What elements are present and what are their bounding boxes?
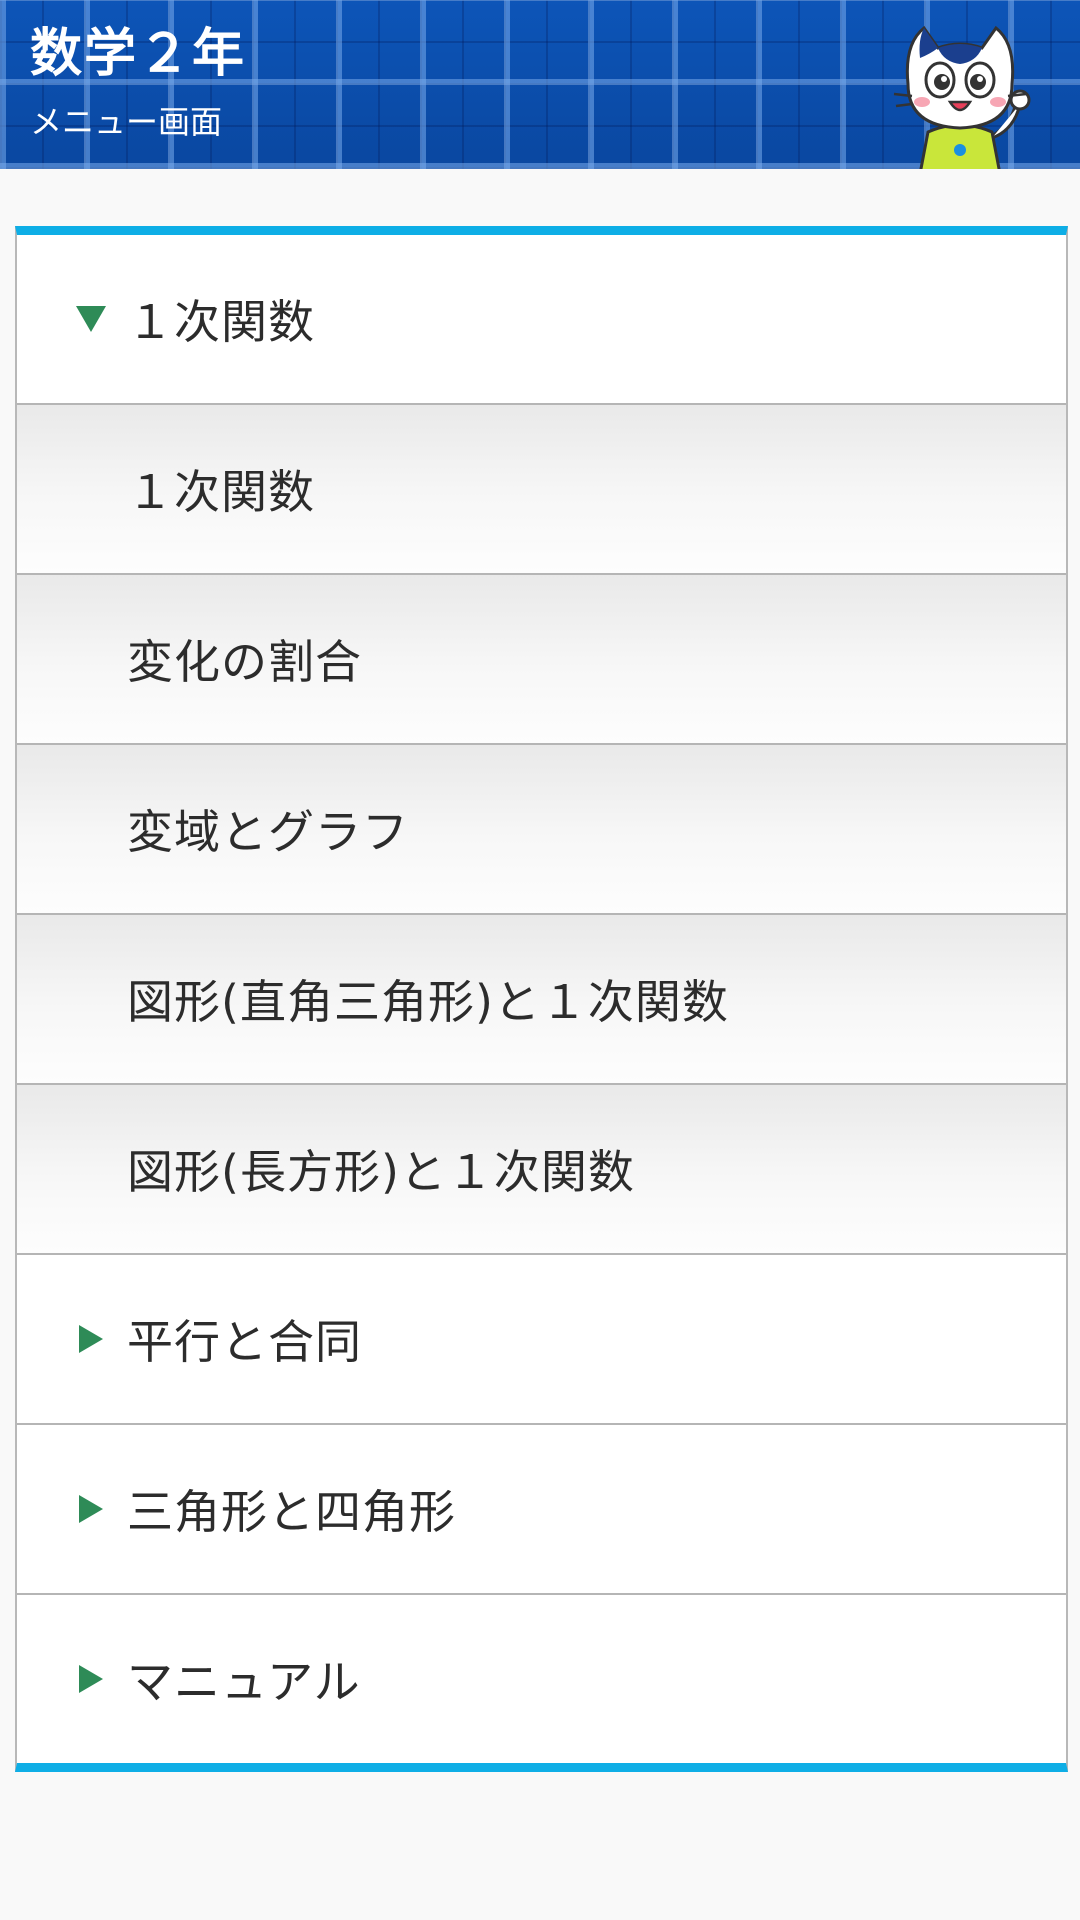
triangle-right-icon	[75, 1323, 107, 1355]
page-subtitle: メニュー画面	[30, 103, 223, 141]
app-header: 数学２年 メニュー画面	[0, 0, 1080, 169]
triangle-down-icon	[75, 303, 107, 335]
submenu-item-linear-functions[interactable]: １次関数	[17, 405, 1066, 575]
submenu-item-domain-and-graph[interactable]: 変域とグラフ	[17, 745, 1066, 915]
menu-category-manual[interactable]: マニュアル	[17, 1595, 1066, 1763]
cat-mascot-icon	[893, 25, 1031, 169]
menu-category-triangles-quadrilaterals[interactable]: 三角形と四角形	[17, 1425, 1066, 1595]
menu-item-label: 変域とグラフ	[127, 805, 409, 859]
menu-category-linear-functions[interactable]: １次関数	[17, 235, 1066, 405]
triangle-right-icon	[75, 1663, 107, 1695]
submenu-item-rate-of-change[interactable]: 変化の割合	[17, 575, 1066, 745]
menu-item-label: 図形(長方形)と１次関数	[127, 1145, 635, 1199]
submenu-item-rectangle-linear[interactable]: 図形(長方形)と１次関数	[17, 1085, 1066, 1255]
menu-item-label: 平行と合同	[127, 1315, 362, 1369]
menu-item-label: １次関数	[127, 295, 315, 349]
menu-item-label: 変化の割合	[127, 635, 362, 689]
menu-item-label: 三角形と四角形	[127, 1485, 456, 1539]
menu-item-label: １次関数	[127, 465, 315, 519]
menu-category-parallel-congruence[interactable]: 平行と合同	[17, 1255, 1066, 1425]
menu-item-label: 図形(直角三角形)と１次関数	[127, 975, 729, 1029]
menu-list: １次関数 １次関数 変化の割合 変域とグラフ 図形(直角三角形)と１次関数 図形…	[15, 226, 1068, 1772]
menu-item-label: マニュアル	[127, 1655, 361, 1709]
triangle-right-icon	[75, 1493, 107, 1525]
page-title: 数学２年	[30, 24, 247, 84]
submenu-item-right-triangle-linear[interactable]: 図形(直角三角形)と１次関数	[17, 915, 1066, 1085]
